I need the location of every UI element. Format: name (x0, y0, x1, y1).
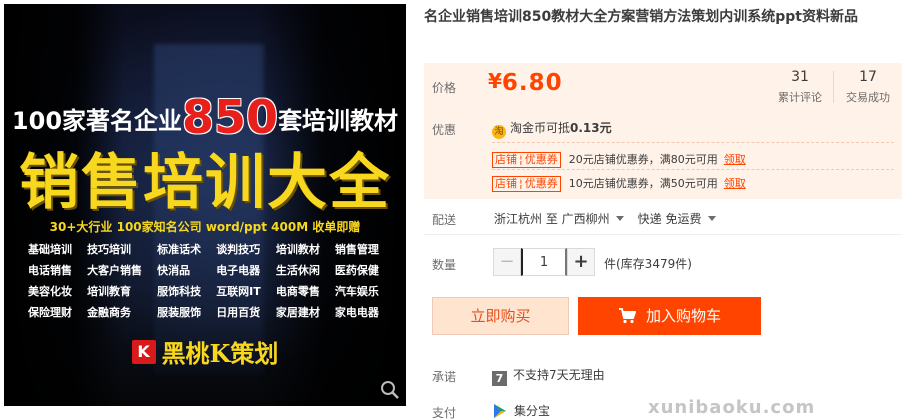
coupon-tag-right: 优惠券 (524, 153, 558, 166)
add-to-cart-button[interactable]: 加入购物车 (578, 297, 761, 335)
payment-row: 集分宝 (492, 402, 550, 419)
shipping-row: 浙江杭州 至 广西柳州 快递 免运费 (494, 210, 730, 227)
promise-label: 承诺 (432, 370, 457, 384)
divider (424, 234, 902, 235)
deals-label: 交易成功 (846, 91, 890, 104)
image-category: 生活休闲 (275, 264, 320, 277)
promo-divider (492, 142, 894, 143)
coupon-text: 10元店铺优惠券，满50元可用 (568, 177, 718, 190)
coupon-row: 店铺 ¦ 优惠券 20元店铺优惠券，满80元可用 领取 (492, 151, 746, 168)
promo-label: 优惠 (432, 123, 457, 137)
image-headline-post: 套培训教材 (278, 107, 399, 135)
chevron-down-icon (615, 216, 624, 221)
image-category: 家居建材 (275, 306, 320, 319)
shipping-method: 快递 免运费 (637, 212, 702, 226)
image-category: 培训教育 (87, 285, 132, 298)
image-category: 日用百货 (216, 306, 261, 319)
promise-text: 不支持7天无理由 (513, 368, 605, 382)
brand-name: 黑桃K策划 (161, 339, 279, 368)
brand-logo: K (131, 339, 156, 364)
image-category: 服饰科技 (157, 285, 202, 298)
price-currency: ¥ (488, 69, 502, 93)
add-to-cart-label: 加入购物车 (645, 307, 721, 325)
image-category: 基础培训 (28, 243, 72, 256)
quantity-decrease-button[interactable]: − (493, 248, 521, 276)
payment-method: 集分宝 (514, 404, 551, 418)
image-subline: 30+大行业 100家知名公司 word/ppt 400M 收单即赠 (49, 220, 361, 234)
coupon-tag: 店铺 ¦ 优惠券 (492, 152, 561, 168)
coupon-tag-left: 店铺 (495, 177, 517, 190)
taojinbi-coin-icon: 淘 (492, 125, 506, 139)
coupon-tag: 店铺 ¦ 优惠券 (492, 176, 561, 192)
coupon-row: 店铺 ¦ 优惠券 10元店铺优惠券，满50元可用 领取 (492, 175, 746, 192)
image-category: 销售管理 (334, 243, 379, 256)
buy-now-button[interactable]: 立即购买 (432, 297, 569, 335)
image-category: 保险理财 (28, 306, 72, 319)
cart-icon (618, 301, 636, 337)
price-value: ¥6.80 (488, 69, 563, 96)
deals-count: 17 (859, 69, 877, 85)
taojinbi-row: 淘淘金币可抵0.13元 (492, 119, 612, 139)
image-category: 培训教材 (275, 243, 320, 256)
price-panel: 价格 ¥6.80 31 累计评论 17 交易成功 优惠 淘淘金币可抵0.13元 … (424, 63, 902, 199)
watermark: xunibaoku.com (648, 397, 816, 418)
image-category: 汽车娱乐 (334, 285, 379, 298)
coupon-tag-left: 店铺 (495, 153, 517, 166)
price-label: 价格 (432, 81, 457, 95)
shipping-destination: 广西柳州 (561, 212, 610, 226)
coupon-text: 20元店铺优惠券，满80元可用 (568, 153, 718, 166)
shipping-method-select[interactable]: 快递 免运费 (638, 210, 716, 227)
coupon-tag-right: 优惠券 (524, 177, 558, 190)
taojinbi-amount: 0.13元 (570, 121, 612, 135)
shipping-label: 配送 (432, 213, 457, 227)
image-category: 金融商务 (87, 306, 132, 319)
product-title: 名企业销售培训850教材大全方案营销方法策划内训系统ppt资料新品 (424, 9, 858, 25)
quantity-input[interactable] (521, 248, 567, 276)
image-category: 电商零售 (275, 285, 320, 298)
image-category: 医药保健 (334, 264, 379, 277)
deals-stat: 17 交易成功 (833, 69, 902, 105)
promise-row: 7 不支持7天无理由 (492, 366, 605, 386)
product-main-image[interactable]: 100家著名企业850套培训教材 销售培训大全 30+大行业 100家知名公司 … (4, 4, 406, 406)
image-category-grid: 基础培训 技巧培训 标准话术 谈判技巧 培训教材 销售管理 电话销售 大客户销售… (28, 241, 388, 320)
image-category: 标准话术 (157, 243, 202, 256)
review-stat[interactable]: 31 累计评论 (765, 69, 835, 105)
product-detail-panel: 名企业销售培训850教材大全方案营销方法策划内训系统ppt资料新品 价格 ¥6.… (424, 0, 902, 419)
chevron-down-icon (707, 216, 716, 221)
quantity-stepper: − + (493, 248, 595, 276)
payment-label: 支付 (432, 406, 457, 419)
image-category: 电话销售 (28, 264, 72, 277)
coupon-divider (492, 169, 894, 170)
image-category: 谈判技巧 (216, 243, 261, 256)
review-count: 31 (791, 69, 809, 85)
image-headline-pre: 100家著名企业 (11, 107, 183, 135)
image-category: 技巧培训 (87, 243, 132, 256)
claim-coupon-link[interactable]: 领取 (724, 153, 746, 166)
image-category: 互联网IT (216, 285, 261, 298)
taojinbi-text: 淘金币可抵 (510, 121, 571, 135)
shipping-from: 浙江杭州 至 (494, 212, 558, 226)
image-category: 快消品 (157, 264, 191, 277)
image-category: 电子电器 (216, 264, 261, 277)
quantity-label: 数量 (432, 258, 457, 272)
claim-coupon-link[interactable]: 领取 (724, 177, 746, 190)
image-category: 大客户销售 (87, 264, 143, 277)
image-category: 美容化妆 (28, 285, 72, 298)
magnifier-icon[interactable] (380, 380, 400, 400)
seven-day-icon: 7 (492, 371, 507, 386)
image-main-title: 销售培训大全 (19, 148, 391, 218)
quantity-increase-button[interactable]: + (567, 248, 595, 276)
image-category: 服装服饰 (157, 306, 202, 319)
review-label: 累计评论 (778, 91, 822, 104)
jifenbao-icon (492, 403, 508, 419)
price-amount: 6.80 (501, 70, 563, 96)
shipping-destination-select[interactable]: 广西柳州 (562, 210, 624, 227)
image-brand: K 黑桃K策划 (4, 334, 406, 369)
stock-text: 件(库存3479件) (604, 257, 692, 271)
image-category: 家电电器 (334, 306, 379, 319)
